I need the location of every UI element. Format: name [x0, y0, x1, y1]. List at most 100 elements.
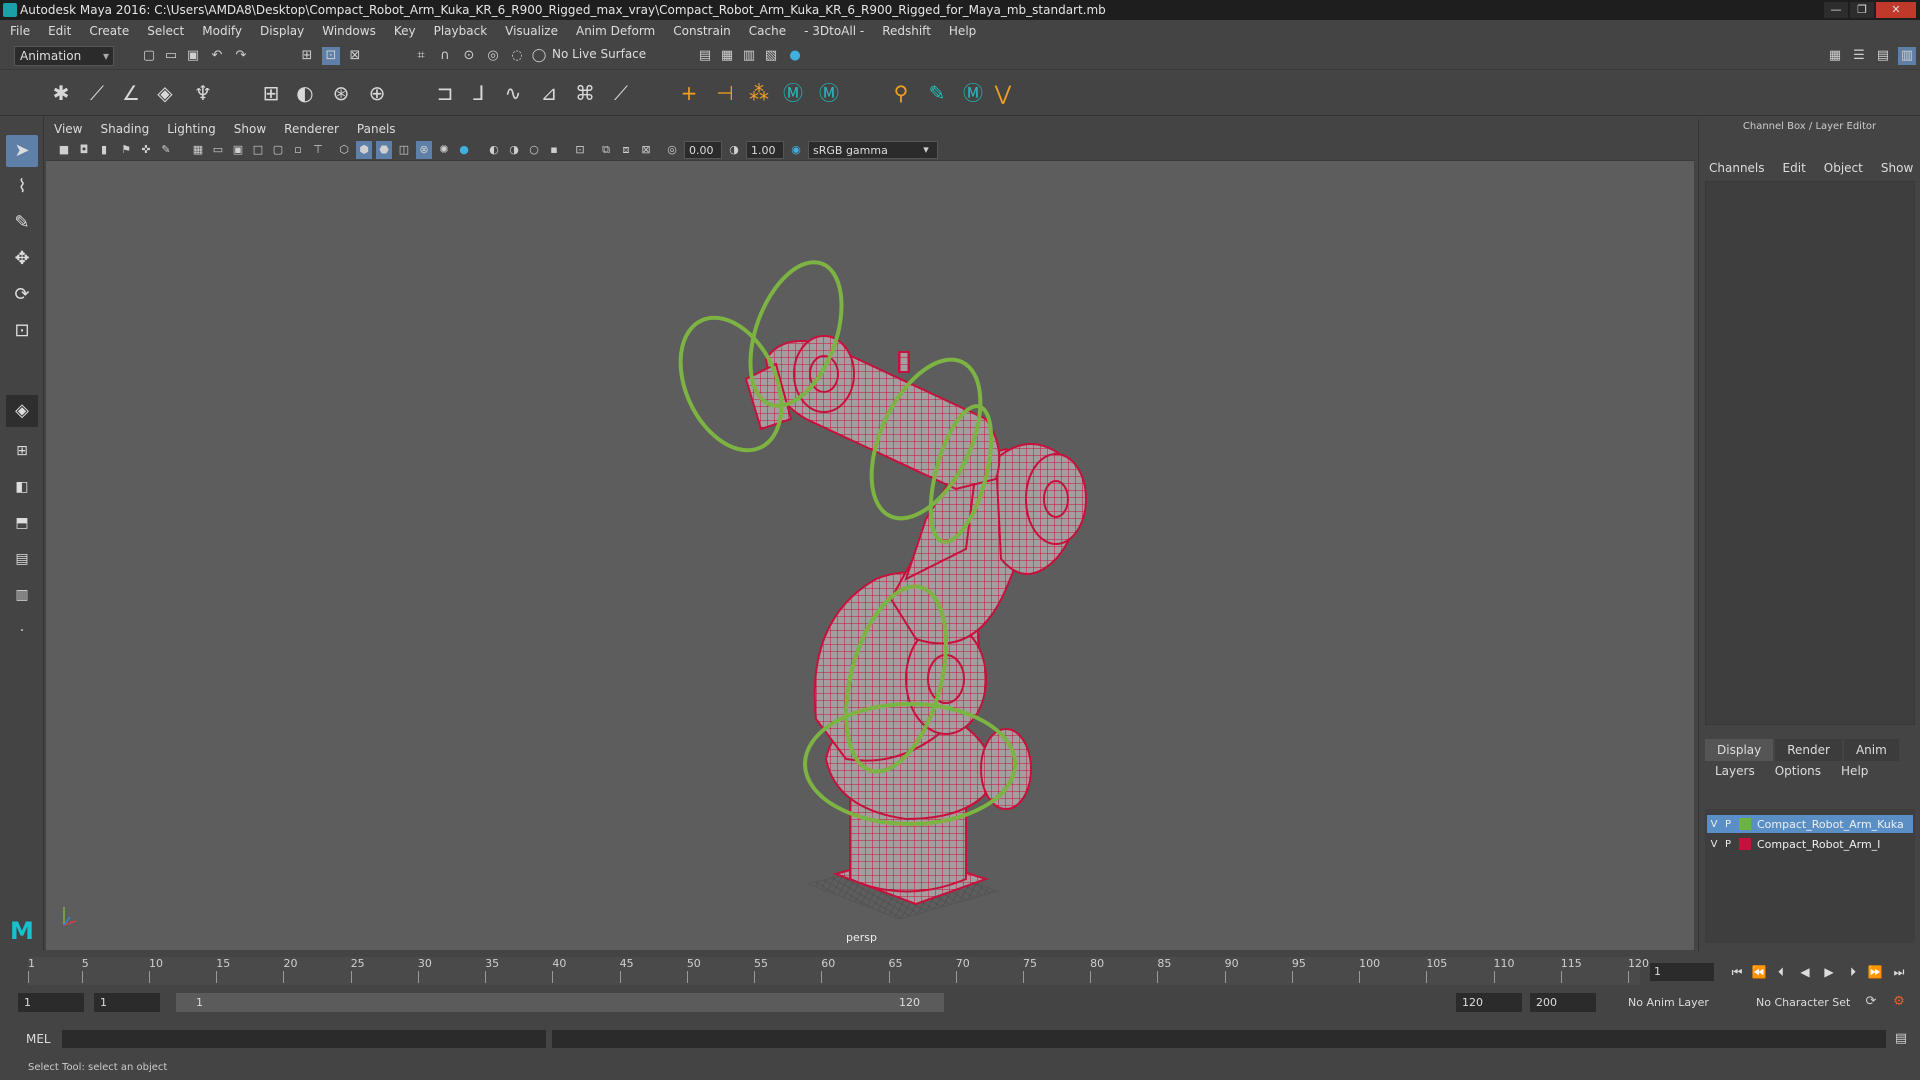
current-frame-field[interactable]: 1	[1650, 963, 1714, 981]
paint-weights-icon[interactable]: ◈	[152, 80, 178, 106]
sine-deformer-icon[interactable]: ∿	[500, 80, 526, 106]
live-surface-label[interactable]: No Live Surface	[552, 47, 646, 61]
geometry-constraint-icon[interactable]: Ⓜ	[960, 80, 986, 106]
menu-create[interactable]: Create	[89, 24, 129, 38]
cb-menu-edit[interactable]: Edit	[1783, 161, 1806, 175]
scale-tool-icon[interactable]: ⊡	[6, 315, 38, 347]
menu-key[interactable]: Key	[394, 24, 416, 38]
menu-display[interactable]: Display	[260, 24, 304, 38]
step-forward-frame-icon[interactable]: ⏩	[1866, 963, 1884, 981]
layer-color-swatch[interactable]	[1739, 818, 1751, 830]
normal-constraint-icon[interactable]: ⋁	[990, 80, 1016, 106]
stacked-layout-icon[interactable]: ⬒	[6, 507, 38, 539]
menu-visualize[interactable]: Visualize	[505, 24, 558, 38]
flare-deformer-icon[interactable]: ⅃	[466, 80, 492, 106]
tool-settings-icon[interactable]: ▤	[1874, 47, 1892, 65]
menu-cache[interactable]: Cache	[749, 24, 786, 38]
play-forwards-icon[interactable]: ▶	[1820, 963, 1838, 981]
snap-grid-icon[interactable]: ⌗	[412, 47, 430, 65]
menu-constrain[interactable]: Constrain	[673, 24, 731, 38]
locator-icon[interactable]: +	[676, 80, 702, 106]
rotate-tool-icon[interactable]: ⟳	[6, 279, 38, 311]
rig-tool-icon[interactable]: ♆	[190, 80, 216, 106]
go-to-start-icon[interactable]: ⏮	[1728, 963, 1746, 981]
scene-end-field[interactable]: 200	[1530, 993, 1596, 1012]
auto-key-icon[interactable]: ⟳	[1862, 993, 1880, 1011]
wrap-deformer-icon[interactable]: ⊕	[364, 80, 390, 106]
snap-view-icon[interactable]: ◎	[484, 47, 502, 65]
render-frame-icon[interactable]: ▦	[718, 47, 736, 65]
snap-surface-icon[interactable]: ◌	[508, 47, 526, 65]
new-scene-icon[interactable]: ▢	[140, 47, 158, 65]
aim-constraint-icon[interactable]: ⁂	[746, 80, 772, 106]
menu-playback[interactable]: Playback	[434, 24, 488, 38]
menu-help[interactable]: Help	[949, 24, 976, 38]
point-constraint-icon[interactable]: ⊣	[712, 80, 738, 106]
minimize-button[interactable]: —	[1824, 2, 1848, 18]
undo-icon[interactable]: ↶	[208, 47, 226, 65]
render-settings-icon[interactable]: ▤	[696, 47, 714, 65]
step-back-frame-icon[interactable]: ⏪	[1750, 963, 1768, 981]
cb-menu-object[interactable]: Object	[1824, 161, 1863, 175]
snap-curve-icon[interactable]: ∩	[436, 47, 454, 65]
mel-command-input[interactable]	[62, 1030, 546, 1048]
le-menu-options[interactable]: Options	[1775, 764, 1821, 778]
save-scene-icon[interactable]: ▣	[184, 47, 202, 65]
redo-icon[interactable]: ↷	[232, 47, 250, 65]
attribute-editor-icon[interactable]: ☰	[1850, 47, 1868, 65]
persp-outliner-layout-icon[interactable]: ▤	[6, 543, 38, 575]
layer-color-swatch[interactable]	[1739, 838, 1751, 850]
close-button[interactable]: ✕	[1876, 2, 1916, 18]
open-scene-icon[interactable]: ▭	[162, 47, 180, 65]
maximize-button[interactable]: ❐	[1850, 2, 1874, 18]
playback-end-field[interactable]: 120	[1456, 993, 1522, 1012]
channel-box-icon[interactable]: ▥	[1898, 47, 1916, 65]
layer-playback-toggle[interactable]: P	[1721, 839, 1735, 850]
select-hierarchy-icon[interactable]: ⊞	[298, 47, 316, 65]
menu-anim-deform[interactable]: Anim Deform	[576, 24, 655, 38]
tab-display[interactable]: Display	[1705, 739, 1774, 761]
script-editor-icon[interactable]: ▤	[1892, 1030, 1910, 1048]
layer-visibility-toggle[interactable]: V	[1707, 819, 1721, 830]
layer-name[interactable]: Compact_Robot_Arm_I	[1757, 838, 1880, 851]
range-slider-bar[interactable]: 1 120	[176, 993, 944, 1012]
le-menu-layers[interactable]: Layers	[1715, 764, 1755, 778]
select-object-icon[interactable]: ⊡	[322, 47, 340, 65]
menu-select[interactable]: Select	[147, 24, 184, 38]
bend-deformer-icon[interactable]: ⊐	[432, 80, 458, 106]
menu-file[interactable]: File	[10, 24, 30, 38]
wave-deformer-icon[interactable]: ⟋	[608, 80, 634, 106]
menu-3dtoall[interactable]: - 3DtoAll -	[804, 24, 864, 38]
ik-handle-icon[interactable]: ⟋	[84, 80, 110, 106]
joint-tool-icon[interactable]: ✱	[48, 80, 74, 106]
move-tool-icon[interactable]: ✥	[6, 243, 38, 275]
character-set-select[interactable]: No Character Set	[1750, 993, 1860, 1012]
snap-point-icon[interactable]: ⊙	[460, 47, 478, 65]
go-to-end-icon[interactable]: ⏭	[1890, 963, 1908, 981]
time-slider-track[interactable]: 1 5 10 15 20 25 30 35 40 45 50 55 60 65 70 75 80 85 90 95 10…	[28, 957, 1649, 985]
animation-preferences-icon[interactable]: ⚙	[1890, 993, 1908, 1011]
cb-menu-channels[interactable]: Channels	[1709, 161, 1765, 175]
lattice-icon[interactable]: ⊛	[328, 80, 354, 106]
select-component-icon[interactable]: ⊠	[346, 47, 364, 65]
step-back-key-icon[interactable]: ⏴	[1772, 963, 1790, 981]
scene-start-field[interactable]: 1	[18, 993, 84, 1012]
ik-spline-icon[interactable]: ∠	[118, 80, 144, 106]
snap-live-icon[interactable]: ◯	[530, 47, 548, 65]
menu-set-selector[interactable]: Animation	[14, 46, 114, 66]
menu-redshift[interactable]: Redshift	[882, 24, 931, 38]
viewport-persp[interactable]: View Shading Lighting Show Renderer Pane…	[46, 119, 1694, 950]
paint-select-icon[interactable]: ✎	[6, 207, 38, 239]
ipr-render-icon[interactable]: ▥	[740, 47, 758, 65]
mel-label[interactable]: MEL	[26, 1032, 51, 1046]
step-forward-key-icon[interactable]: ⏵	[1844, 963, 1862, 981]
sculpt-deformer-icon[interactable]: ◐	[292, 80, 318, 106]
cb-menu-show[interactable]: Show	[1881, 161, 1913, 175]
smooth-bind-icon[interactable]: ⊞	[258, 80, 284, 106]
wrist-roll-control[interactable]	[661, 302, 802, 467]
orient-constraint-icon[interactable]: Ⓜ	[780, 80, 806, 106]
squash-deformer-icon[interactable]: ⊿	[536, 80, 562, 106]
layer-visibility-toggle[interactable]: V	[1707, 839, 1721, 850]
anim-layer-select[interactable]: No Anim Layer	[1622, 993, 1732, 1012]
play-backwards-icon[interactable]: ◀	[1796, 963, 1814, 981]
